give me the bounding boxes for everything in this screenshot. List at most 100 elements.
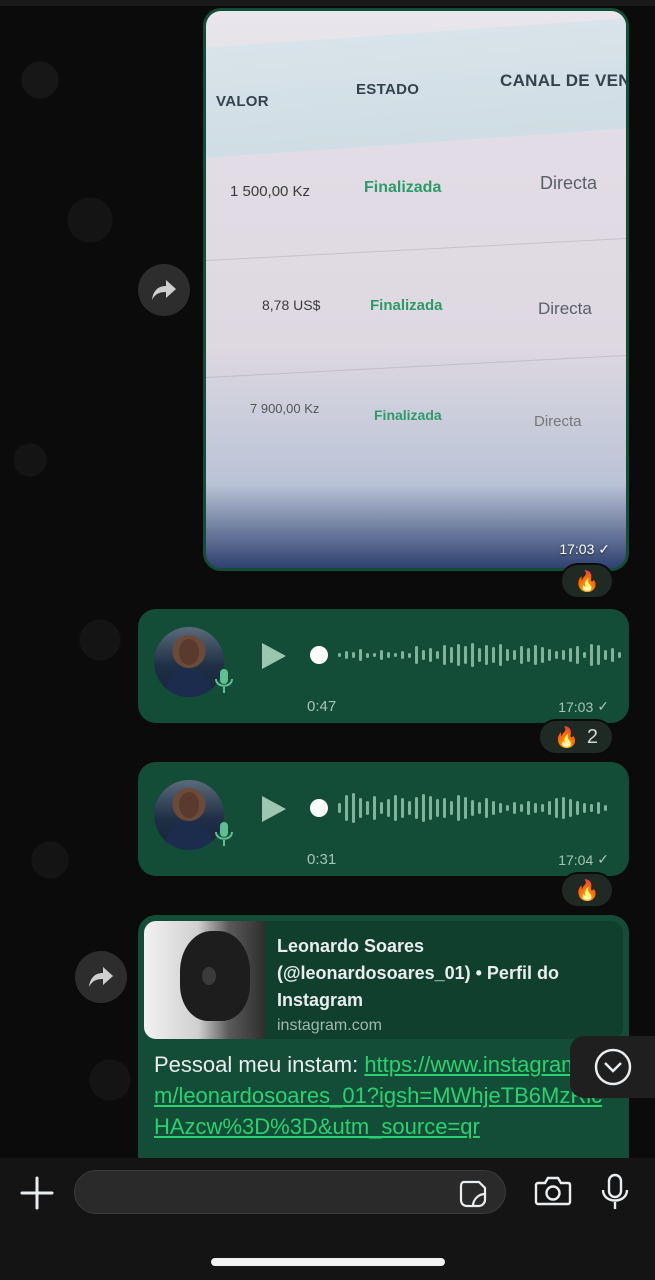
sticker-icon[interactable] xyxy=(459,1180,487,1208)
camera-icon[interactable] xyxy=(534,1176,572,1206)
waveform-bar xyxy=(436,651,439,659)
time-label: 17:04 xyxy=(558,851,594,868)
waveform-bar xyxy=(569,799,572,817)
waveform-bar xyxy=(450,801,453,815)
waveform-bar xyxy=(618,652,621,658)
waveform-bar xyxy=(387,799,390,817)
scroll-to-bottom-button[interactable] xyxy=(570,1036,655,1098)
waveform-bar xyxy=(436,799,439,817)
link-message[interactable]: Leonardo Soares (@leonardosoares_01) • P… xyxy=(138,915,629,1175)
waveform-bar xyxy=(611,648,614,662)
row-3-valor: 7 900,00 Kz xyxy=(250,401,320,416)
waveform-bar xyxy=(443,645,446,665)
link-preview[interactable]: Leonardo Soares (@leonardosoares_01) • P… xyxy=(144,921,623,1039)
message-time: 17:03 ✓ xyxy=(559,541,610,558)
waveform-bar xyxy=(345,651,348,659)
plus-icon[interactable] xyxy=(20,1176,54,1210)
play-icon[interactable] xyxy=(260,794,288,824)
reaction-count: 2 xyxy=(586,725,599,748)
preview-thumbnail xyxy=(144,921,265,1039)
waveform[interactable] xyxy=(310,635,621,675)
home-indicator[interactable] xyxy=(211,1258,445,1266)
preview-domain: instagram.com xyxy=(277,1017,382,1034)
message-input-container[interactable] xyxy=(74,1170,506,1214)
playhead[interactable] xyxy=(310,646,328,664)
waveform-bar xyxy=(338,803,341,813)
row-3-estado: Finalizada xyxy=(374,407,442,423)
waveform-bar xyxy=(373,796,376,820)
waveform-bar xyxy=(597,645,600,665)
waveform-bar xyxy=(513,650,516,660)
row-1-canal: Directa xyxy=(540,173,598,193)
voice-duration: 0:31 xyxy=(307,851,337,868)
fire-emoji: 🔥 xyxy=(574,879,600,902)
forward-icon xyxy=(152,280,176,300)
waveform-bar xyxy=(485,798,488,818)
waveform-bar xyxy=(373,653,376,657)
preview-title: Leonardo Soares (@leonardosoares_01) • P… xyxy=(277,936,559,1010)
waveform-bar xyxy=(492,647,495,663)
row-1-estado: Finalizada xyxy=(364,179,442,196)
waveform-bar xyxy=(464,797,467,819)
row-3-canal: Directa xyxy=(534,413,582,430)
chevron-down-icon xyxy=(594,1048,631,1086)
image-message[interactable]: VALOR ESTADO CANAL DE VEN 1 500,00 Kz Fi… xyxy=(203,8,629,571)
waveform-bar xyxy=(380,650,383,660)
table-photo[interactable]: VALOR ESTADO CANAL DE VEN 1 500,00 Kz Fi… xyxy=(206,11,626,568)
playhead[interactable] xyxy=(310,799,328,817)
mic-icon xyxy=(215,822,233,846)
time-label: 17:03 xyxy=(559,541,595,557)
waveform-bar xyxy=(506,805,509,811)
table-header-estado: ESTADO xyxy=(356,81,420,98)
waveform-bar xyxy=(359,649,362,661)
waveform-bar xyxy=(401,798,404,818)
sent-check-icon: ✓ xyxy=(597,851,609,867)
waveform-bar xyxy=(380,802,383,814)
waveform-bar xyxy=(534,803,537,813)
row-2-valor: 8,78 US$ xyxy=(262,297,321,313)
forward-button[interactable] xyxy=(138,264,190,316)
sent-check-icon: ✓ xyxy=(598,541,610,557)
voice-message[interactable]: 0:47 17:03 ✓ xyxy=(138,609,629,723)
table-header-canal: CANAL DE VEN xyxy=(500,71,629,90)
waveform-bar xyxy=(576,646,579,664)
fire-emoji: 🔥 xyxy=(574,570,600,593)
time-label: 17:03 xyxy=(558,698,594,715)
voice-message[interactable]: 0:31 17:04 ✓ xyxy=(138,762,629,876)
forward-button[interactable] xyxy=(75,951,127,1003)
waveform-bar xyxy=(422,650,425,660)
voice-duration: 0:47 xyxy=(307,698,337,715)
waveform-bar xyxy=(499,803,502,813)
waveform-bar xyxy=(415,646,418,664)
message-time: 17:04 ✓ xyxy=(558,851,609,868)
reaction-badge[interactable]: 🔥 xyxy=(560,563,614,599)
waveform-bar xyxy=(422,794,425,822)
table-header-valor: VALOR xyxy=(216,93,269,110)
waveform-bar xyxy=(338,653,341,657)
waveform-bar xyxy=(527,801,530,815)
waveform-bar xyxy=(471,643,474,667)
waveform-bar xyxy=(548,649,551,661)
waveform-bar xyxy=(429,796,432,820)
waveform-bar xyxy=(401,651,404,659)
waveform-bar xyxy=(478,648,481,662)
waveform[interactable] xyxy=(310,788,607,828)
play-icon[interactable] xyxy=(260,641,288,671)
waveform-bar xyxy=(352,652,355,658)
row-2-estado: Finalizada xyxy=(370,297,443,314)
waveform-bar xyxy=(583,803,586,813)
message-text-prefix: Pessoal meu instam: xyxy=(154,1052,365,1077)
waveform-bar xyxy=(499,644,502,666)
waveform-bar xyxy=(366,652,369,658)
message-input[interactable] xyxy=(91,1179,455,1207)
waveform-bar xyxy=(450,647,453,663)
waveform-bar xyxy=(464,646,467,664)
waveform-bar xyxy=(394,653,397,657)
fire-emoji: 🔥 xyxy=(553,726,579,749)
waveform-bar xyxy=(590,804,593,812)
mic-icon[interactable] xyxy=(600,1173,630,1211)
reaction-badge[interactable]: 🔥 2 xyxy=(538,719,614,755)
status-strip xyxy=(0,0,655,6)
waveform-bar xyxy=(604,805,607,811)
reaction-badge[interactable]: 🔥 xyxy=(560,872,614,908)
